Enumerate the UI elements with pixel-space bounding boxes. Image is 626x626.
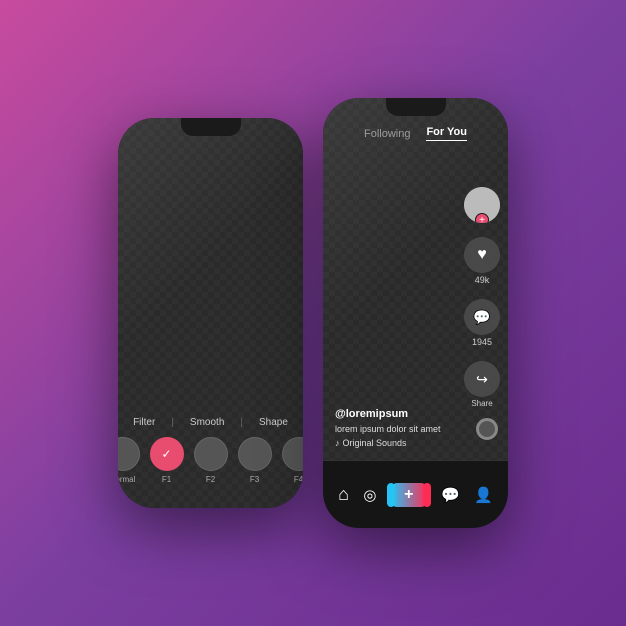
tab-following[interactable]: Following: [364, 128, 410, 140]
nav-plus[interactable]: +: [391, 483, 427, 507]
phone-right: Following For You + ♥ 49k: [323, 98, 508, 528]
profile-icon: 👤: [474, 486, 493, 504]
screen-right: Following For You + ♥ 49k: [323, 98, 508, 528]
filter-bar: Filter | Smooth | Shape: [118, 417, 303, 428]
video-info: @loremipsum lorem ipsum dolor sit amet ♪…: [335, 408, 453, 448]
filter-f1[interactable]: ✓: [150, 437, 184, 471]
chat-icon: 💬: [441, 486, 460, 504]
top-nav: Following For You: [323, 126, 508, 141]
share-button[interactable]: ↪: [464, 361, 500, 397]
divider-1: |: [171, 417, 174, 428]
comment-count: 1945: [472, 337, 492, 347]
phone-left: Filter | Smooth | Shape Normal ✓ F1: [118, 118, 303, 508]
plus-icon: +: [404, 486, 413, 504]
nav-home[interactable]: ⌂: [338, 484, 349, 505]
share-icon: ↪: [476, 371, 488, 388]
video-username: @loremipsum: [335, 408, 453, 420]
screen-left: Filter | Smooth | Shape Normal ✓ F1: [118, 118, 303, 508]
filter-f1-label: F1: [162, 475, 171, 484]
side-actions: + ♥ 49k 💬 1945: [464, 187, 500, 408]
bottom-nav: ⌂ ◎ + 💬 👤: [323, 460, 508, 528]
nav-discover[interactable]: ◎: [363, 486, 376, 504]
avatar-circle[interactable]: +: [464, 187, 500, 223]
filter-normal-label: Normal: [118, 475, 135, 484]
nav-profile[interactable]: 👤: [474, 486, 493, 504]
share-action: ↪ Share: [464, 361, 500, 408]
filter-label: Filter: [133, 417, 155, 428]
filter-f3-label: F3: [250, 475, 259, 484]
shape-label: Shape: [259, 417, 288, 428]
like-count: 49k: [475, 275, 490, 285]
notch-left: [181, 118, 241, 136]
check-icon: ✓: [161, 447, 171, 461]
notch-right: [386, 98, 446, 116]
share-label: Share: [471, 399, 492, 408]
follow-plus-icon[interactable]: +: [475, 213, 489, 223]
filter-f4-label: F4: [294, 475, 303, 484]
sound-disc: [476, 418, 498, 440]
phones-container: Filter | Smooth | Shape Normal ✓ F1: [118, 98, 508, 528]
video-description: lorem ipsum dolor sit amet: [335, 424, 453, 434]
filter-normal[interactable]: [118, 437, 140, 471]
like-button[interactable]: ♥: [464, 237, 500, 273]
nav-messages[interactable]: 💬: [441, 486, 460, 504]
avatar-action: +: [464, 187, 500, 223]
tab-for-you[interactable]: For You: [426, 126, 467, 141]
comment-button[interactable]: 💬: [464, 299, 500, 335]
create-button[interactable]: +: [391, 483, 427, 507]
filter-f2[interactable]: [194, 437, 228, 471]
discover-icon: ◎: [363, 486, 376, 504]
home-icon: ⌂: [338, 484, 349, 505]
filter-circles: Normal ✓ F1 F2 F3 F4: [118, 437, 303, 484]
heart-icon: ♥: [477, 246, 487, 264]
divider-2: |: [240, 417, 243, 428]
smooth-label: Smooth: [190, 417, 224, 428]
filter-f2-label: F2: [206, 475, 215, 484]
filter-f4[interactable]: [282, 437, 304, 471]
like-action: ♥ 49k: [464, 237, 500, 285]
comment-icon: 💬: [473, 309, 490, 326]
filter-f3[interactable]: [238, 437, 272, 471]
comment-action: 💬 1945: [464, 299, 500, 347]
music-note-icon: ♪: [335, 438, 340, 448]
sound-name: Original Sounds: [343, 438, 407, 448]
video-sound: ♪ Original Sounds: [335, 438, 453, 448]
